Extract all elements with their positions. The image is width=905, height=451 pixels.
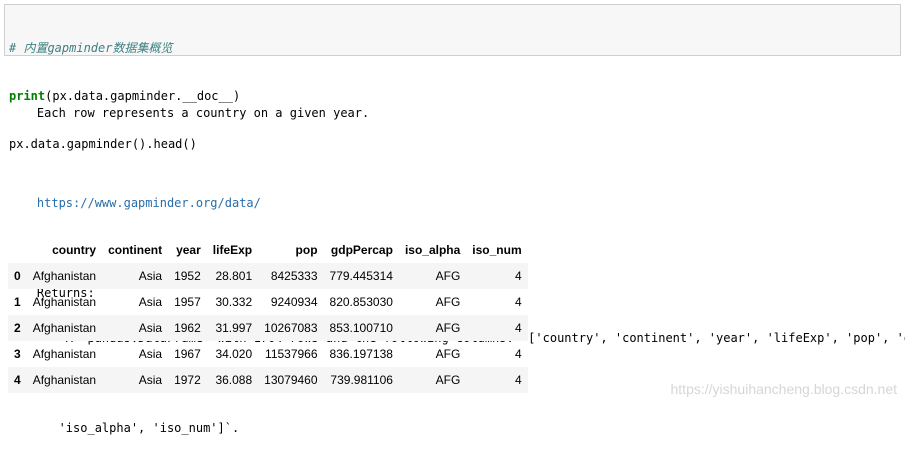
output-blank-line [8,151,905,166]
header-gdppercap: gdpPercap [330,243,393,257]
code-comment: # 内置gapminder数据集概览 [9,41,173,55]
cell-iso-alpha: AFG [435,321,461,335]
cell-gdppercap: 779.445314 [329,269,393,283]
cell-iso-num: 4 [514,295,522,309]
cell-iso-alpha: AFG [435,373,461,387]
cell-continent: Asia [138,347,163,361]
table-row: 0 Afghanistan Asia 1952 28.801 8425333 7… [8,263,528,289]
code-cell-input[interactable]: # 内置gapminder数据集概览 print(px.data.gapmind… [4,4,901,151]
cell-country: Afghanistan [32,347,97,361]
cell-pop: 13079460 [264,373,318,387]
output-link-gapminder[interactable]: https://www.gapminder.org/data/ [8,196,905,211]
cell-lifeexp: 34.020 [215,347,253,361]
cell-continent: Asia [138,295,163,309]
row-index: 2 [14,321,21,335]
cell-year: 1957 [174,295,201,309]
output-line-description: Each row represents a country on a given… [8,106,370,120]
cell-gdppercap: 853.100710 [329,321,393,335]
cell-iso-num: 4 [514,373,522,387]
watermark-text: https://yishuihancheng.blog.csdn.net [670,381,898,397]
cell-continent: Asia [138,269,163,283]
cell-year: 1972 [174,373,201,387]
header-continent: continent [108,243,163,257]
header-iso-num: iso_num [472,243,522,257]
cell-year: 1967 [174,347,201,361]
row-index: 3 [14,347,21,361]
output-line-returns-end: 'iso_alpha', 'iso_num']`. [8,421,240,435]
header-iso-alpha: iso_alpha [404,243,461,257]
cell-lifeexp: 30.332 [215,295,253,309]
cell-iso-alpha: AFG [435,269,461,283]
cell-iso-num: 4 [514,321,522,335]
cell-lifeexp: 28.801 [215,269,253,283]
row-index: 4 [14,373,21,387]
cell-pop: 10267083 [264,321,318,335]
cell-continent: Asia [138,321,163,335]
cell-year: 1962 [174,321,201,335]
cell-country: Afghanistan [32,269,97,283]
cell-pop: 11537966 [265,347,318,361]
table-header-row: country continent year lifeExp pop gdpPe… [8,237,528,263]
cell-pop: 8425333 [270,269,318,283]
table-row: 2 Afghanistan Asia 1962 31.997 10267083 … [8,315,528,341]
cell-gdppercap: 836.197138 [329,347,393,361]
header-year: year [176,243,201,257]
dataframe-table: country continent year lifeExp pop gdpPe… [8,237,528,393]
code-line-comment: # 内置gapminder数据集概览 [9,40,900,56]
cell-country: Afghanistan [32,295,97,309]
row-index: 1 [14,295,21,309]
header-pop: pop [295,243,318,257]
header-index [8,237,27,263]
header-country: country [52,243,97,257]
cell-gdppercap: 739.981106 [330,373,393,387]
table-row: 3 Afghanistan Asia 1967 34.020 11537966 … [8,341,528,367]
cell-gdppercap: 820.853030 [329,295,393,309]
header-lifeexp: lifeExp [212,243,253,257]
cell-iso-alpha: AFG [435,347,461,361]
cell-lifeexp: 31.997 [215,321,253,335]
cell-pop: 9240934 [270,295,318,309]
cell-lifeexp: 36.088 [215,373,253,387]
cell-continent: Asia [138,373,163,387]
row-index: 0 [14,269,21,283]
cell-iso-num: 4 [514,269,522,283]
table-row: 4 Afghanistan Asia 1972 36.088 13079460 … [8,367,528,393]
cell-country: Afghanistan [32,321,97,335]
cell-iso-num: 4 [514,347,522,361]
cell-iso-alpha: AFG [435,295,461,309]
table-row: 1 Afghanistan Asia 1957 30.332 9240934 8… [8,289,528,315]
cell-country: Afghanistan [32,373,97,387]
cell-year: 1952 [174,269,201,283]
